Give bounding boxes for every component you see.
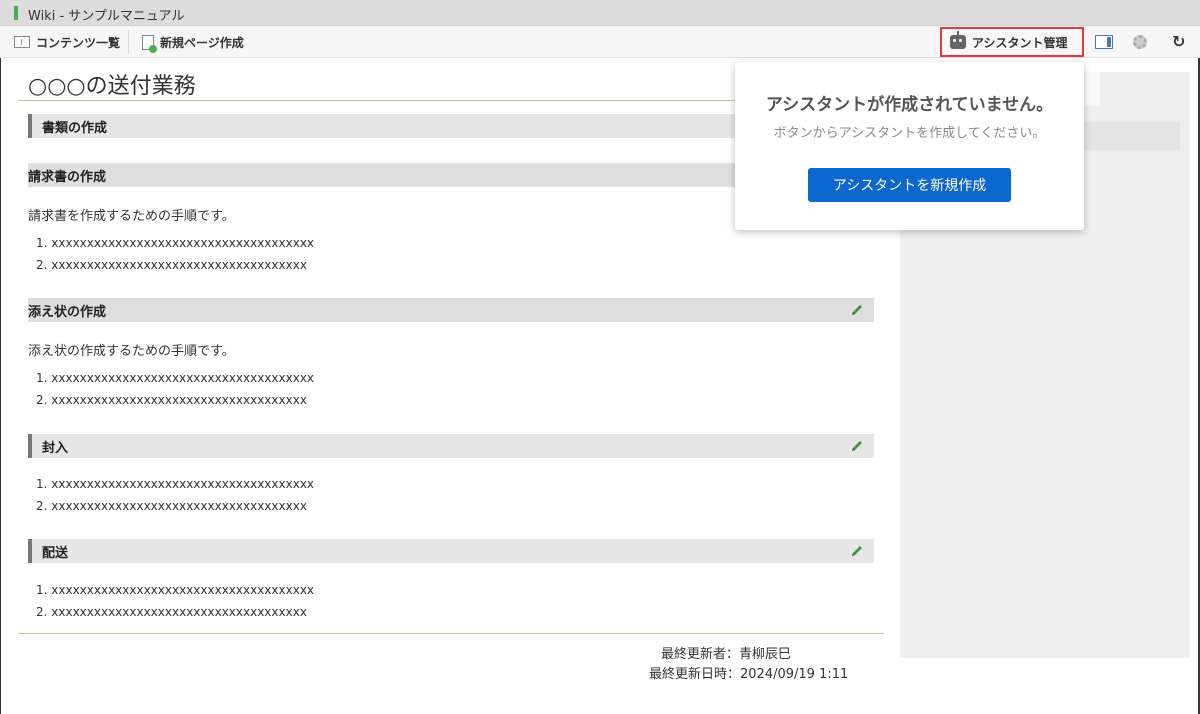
panel-toggle-button[interactable] [1095, 26, 1119, 58]
popup-subtext: ボタンからアシスタントを作成してください。 [773, 126, 1046, 141]
window-titlebar: Wiki - サンプルマニュアル [0, 0, 1200, 26]
gear-icon [1133, 35, 1147, 49]
section-label: 配送 [42, 545, 69, 561]
list-item: 1. xxxxxxxxxxxxxxxxxxxxxxxxxxxxxxxxxxxxx [36, 583, 315, 597]
settings-button[interactable] [1133, 26, 1153, 58]
section-header-delivery: 配送 [28, 539, 874, 563]
app-marker-icon [14, 6, 18, 20]
list-item: 1. xxxxxxxxxxxxxxxxxxxxxxxxxxxxxxxxxxxxx [36, 477, 315, 491]
list-item: 2. xxxxxxxxxxxxxxxxxxxxxxxxxxxxxxxxxxxx [36, 605, 307, 619]
refresh-button[interactable]: ↻ [1172, 26, 1185, 58]
list-item: 1. xxxxxxxxxxxxxxxxxxxxxxxxxxxxxxxxxxxxx [36, 371, 315, 385]
refresh-icon: ↻ [1172, 32, 1186, 51]
pencil-icon[interactable] [850, 544, 864, 558]
new-page-icon [142, 34, 157, 53]
section-description: 請求書を作成するための手順です。 [28, 209, 235, 224]
assistant-manage-highlight [940, 27, 1084, 57]
pencil-icon[interactable] [850, 439, 864, 453]
section-description: 添え状の作成するための手順です。 [28, 344, 235, 359]
list-item: 2. xxxxxxxxxxxxxxxxxxxxxxxxxxxxxxxxxxxx [36, 499, 307, 513]
last-updated-at: 最終更新日時：2024/09/19 1:11 [649, 667, 849, 682]
list-item: 1. xxxxxxxxxxxxxxxxxxxxxxxxxxxxxxxxxxxxx [36, 236, 315, 250]
section-label: 封入 [42, 440, 69, 456]
list-item: 2. xxxxxxxxxxxxxxxxxxxxxxxxxxxxxxxxxxxx [36, 258, 307, 272]
panel-icon [1095, 35, 1113, 49]
section-header-enclose: 封入 [28, 434, 874, 458]
new-page-button[interactable]: 新規ページ作成 [142, 26, 244, 58]
contents-list-label: コンテンツ一覧 [36, 35, 121, 50]
page-title: ○○○の送付業務 [28, 74, 196, 99]
contents-list-button[interactable]: コンテンツ一覧 [14, 26, 120, 58]
section-label: 書類の作成 [42, 120, 108, 136]
sidebar-strip [1080, 122, 1180, 150]
create-assistant-button[interactable]: アシスタントを新規作成 [808, 168, 1011, 202]
pencil-icon[interactable] [850, 303, 864, 317]
section-label: 請求書の作成 [28, 169, 107, 185]
section-header-cover-letter: 添え状の作成 [28, 298, 874, 322]
popup-heading: アシスタントが作成されていません。 [765, 95, 1054, 115]
new-page-label: 新規ページ作成 [160, 35, 244, 50]
section-label: 添え状の作成 [28, 304, 107, 320]
last-updated-by: 最終更新者：青柳辰巳 [661, 647, 792, 662]
list-item: 2. xxxxxxxxxxxxxxxxxxxxxxxxxxxxxxxxxxxx [36, 393, 307, 407]
window-title: Wiki - サンプルマニュアル [28, 9, 185, 24]
footer-divider [18, 633, 884, 634]
assistant-popup: アシスタントが作成されていません。 ボタンからアシスタントを作成してください。 … [735, 62, 1084, 230]
window-border-left [0, 0, 1, 714]
list-icon [14, 36, 30, 48]
toolbar-divider [128, 30, 129, 54]
